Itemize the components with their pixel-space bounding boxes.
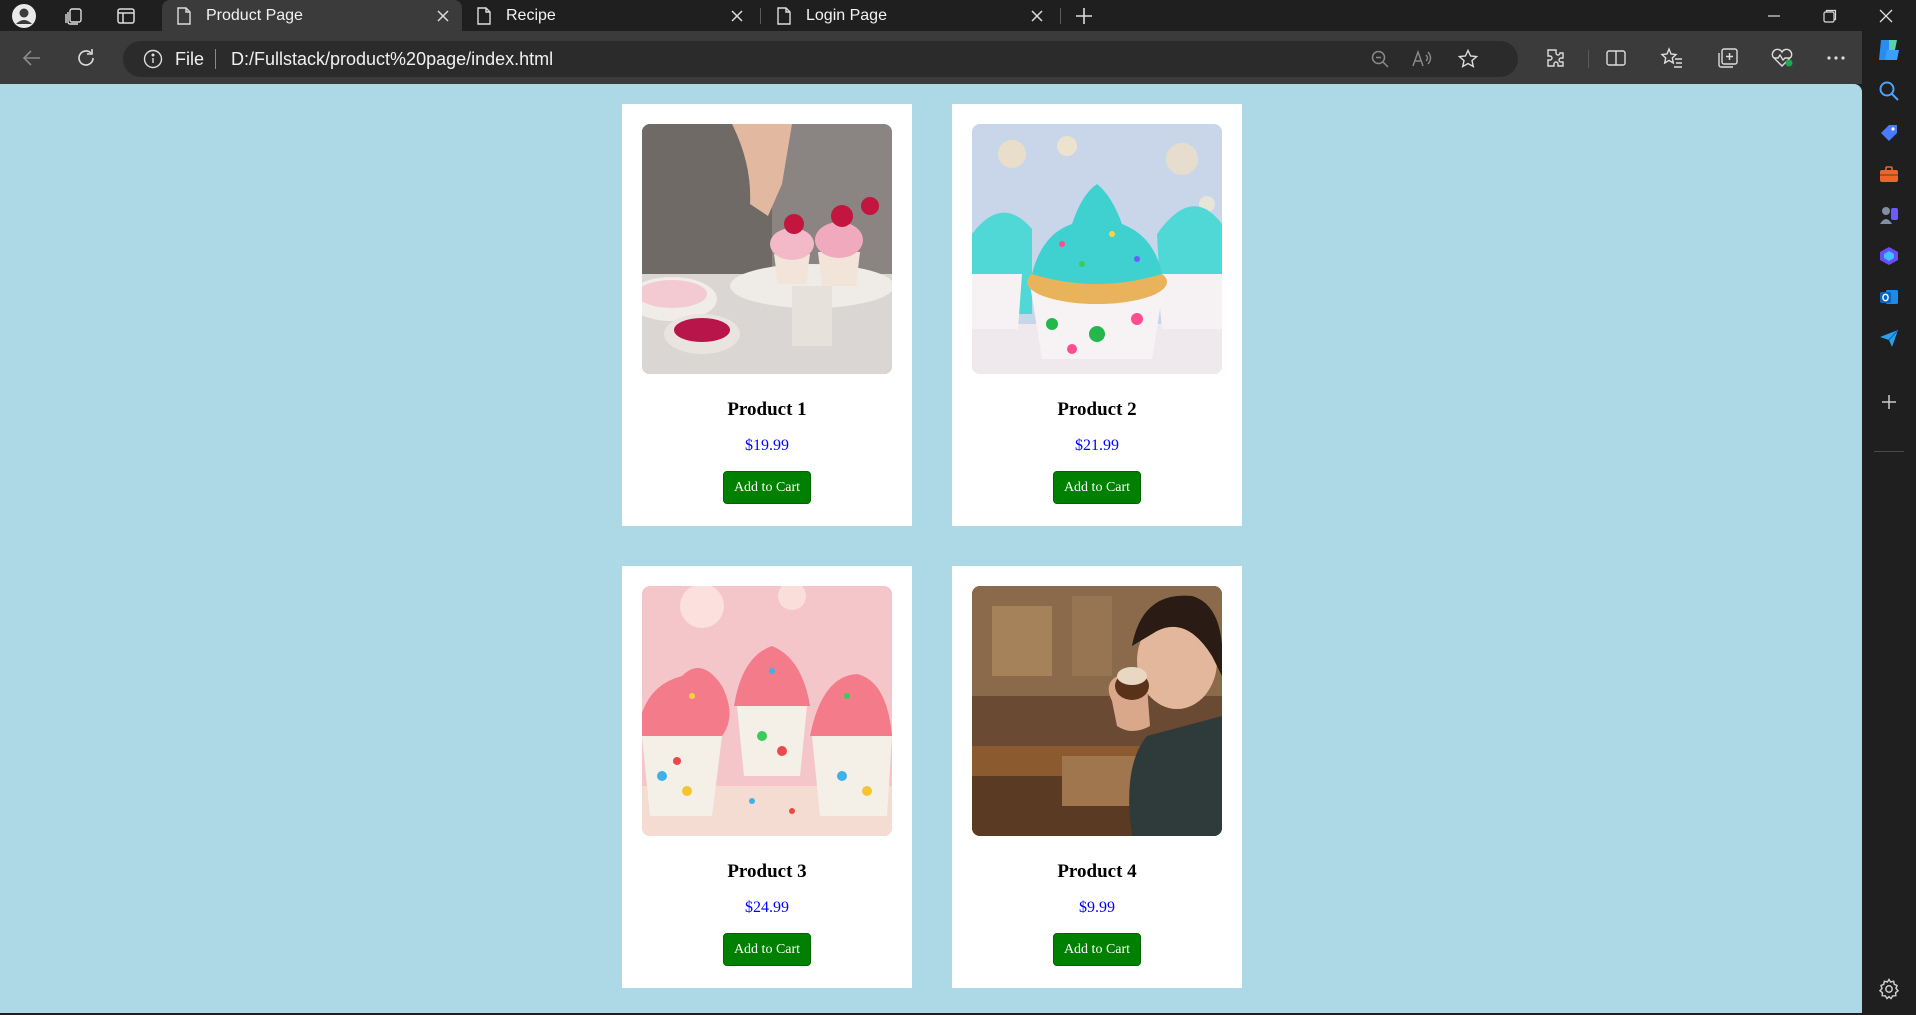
page-viewport: Product 1 $19.99 Add to Cart Product 2 $… — [0, 84, 1862, 1013]
close-window-icon[interactable] — [1858, 0, 1914, 31]
tab-strip: Product Page Recipe Login Page — [0, 0, 1916, 31]
games-icon[interactable] — [1875, 201, 1903, 229]
sidebar-divider — [1874, 451, 1904, 452]
tab-label: Login Page — [806, 6, 887, 24]
document-icon — [777, 6, 791, 25]
tab-login-page[interactable]: Login Page — [762, 0, 1056, 31]
address-scheme-label: File — [175, 49, 205, 69]
tab-divider — [760, 8, 761, 24]
outlook-icon[interactable] — [1875, 283, 1903, 311]
workspaces-icon[interactable] — [56, 0, 92, 31]
product-card: Product 2 $21.99 Add to Cart — [952, 104, 1242, 526]
close-tab-icon[interactable] — [1024, 3, 1050, 29]
tab-recipe[interactable]: Recipe — [462, 0, 756, 31]
close-tab-icon[interactable] — [430, 3, 456, 29]
zoom-out-icon[interactable] — [1367, 47, 1393, 71]
address-url[interactable]: D:/Fullstack/product%20page/index.html — [231, 49, 553, 70]
microsoft-365-icon[interactable] — [1875, 242, 1903, 270]
new-tab-icon[interactable] — [1066, 0, 1102, 31]
product-name: Product 3 — [727, 861, 807, 882]
product-image — [642, 124, 892, 374]
product-price: $19.99 — [745, 437, 789, 454]
read-aloud-icon[interactable] — [1409, 47, 1435, 71]
product-price: $9.99 — [1079, 899, 1115, 916]
minimize-icon[interactable] — [1746, 0, 1802, 31]
send-icon[interactable] — [1875, 324, 1903, 352]
collections-icon[interactable] — [1710, 40, 1746, 76]
back-icon[interactable] — [14, 40, 50, 76]
product-price: $21.99 — [1075, 437, 1119, 454]
product-image — [972, 124, 1222, 374]
address-bar[interactable]: File D:/Fullstack/product%20page/index.h… — [123, 41, 1518, 77]
tools-briefcase-icon[interactable] — [1875, 160, 1903, 188]
tab-label: Product Page — [206, 6, 303, 24]
document-icon — [477, 6, 491, 25]
profile-avatar-icon[interactable] — [6, 0, 42, 31]
restore-icon[interactable] — [1802, 0, 1858, 31]
tab-actions-icon[interactable] — [108, 0, 144, 31]
add-sidebar-app-icon[interactable] — [1875, 388, 1903, 416]
product-name: Product 4 — [1057, 861, 1137, 882]
browser-essentials-icon[interactable] — [1764, 40, 1800, 76]
refresh-icon[interactable] — [68, 40, 104, 76]
add-to-cart-button[interactable]: Add to Cart — [1053, 933, 1141, 966]
address-divider — [215, 49, 216, 69]
edge-sidebar — [1862, 31, 1916, 1015]
extensions-icon[interactable] — [1537, 40, 1573, 76]
add-to-cart-button[interactable]: Add to Cart — [1053, 471, 1141, 504]
product-card: Product 3 $24.99 Add to Cart — [622, 566, 912, 988]
copilot-icon[interactable] — [1875, 36, 1903, 64]
add-to-cart-button[interactable]: Add to Cart — [723, 471, 811, 504]
product-card: Product 1 $19.99 Add to Cart — [622, 104, 912, 526]
settings-gear-icon[interactable] — [1875, 975, 1903, 1003]
split-screen-icon[interactable] — [1598, 40, 1634, 76]
product-image — [642, 586, 892, 836]
shopping-tag-icon[interactable] — [1875, 119, 1903, 147]
product-name: Product 1 — [727, 399, 807, 420]
tab-divider — [1060, 8, 1061, 24]
tab-product-page[interactable]: Product Page — [162, 0, 462, 31]
product-card: Product 4 $9.99 Add to Cart — [952, 566, 1242, 988]
tab-label: Recipe — [506, 6, 556, 24]
favorites-icon[interactable] — [1654, 40, 1690, 76]
toolbar-divider — [1588, 50, 1589, 68]
product-name: Product 2 — [1057, 399, 1137, 420]
product-image — [972, 586, 1222, 836]
site-info-icon[interactable] — [143, 49, 163, 69]
product-price: $24.99 — [745, 899, 789, 916]
more-options-icon[interactable] — [1818, 40, 1854, 76]
document-icon — [177, 6, 191, 25]
search-icon[interactable] — [1875, 77, 1903, 105]
close-tab-icon[interactable] — [724, 3, 750, 29]
favorite-star-icon[interactable] — [1455, 47, 1481, 71]
add-to-cart-button[interactable]: Add to Cart — [723, 933, 811, 966]
